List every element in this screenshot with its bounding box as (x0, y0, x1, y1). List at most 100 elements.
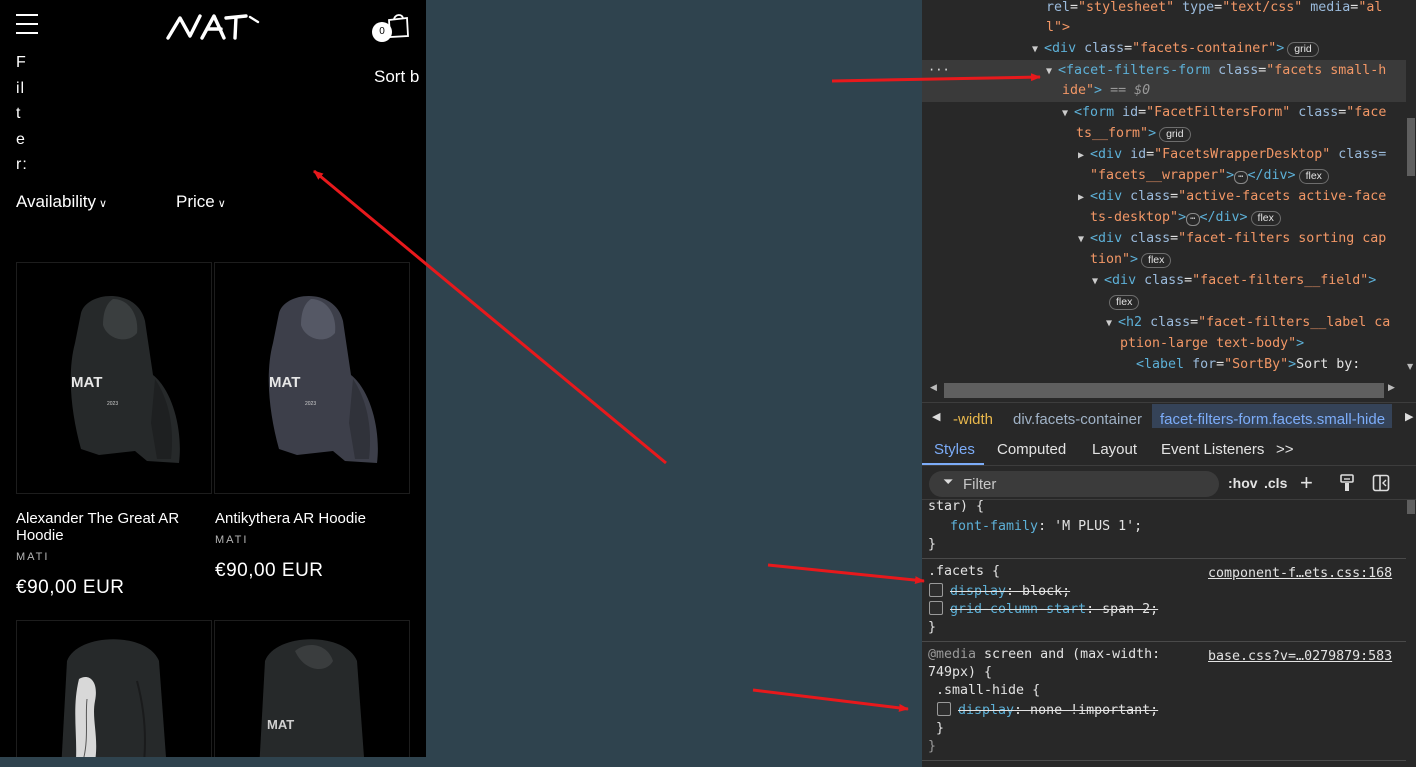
product-image[interactable]: MAT 2023 (214, 620, 410, 757)
property-checkbox[interactable] (929, 601, 943, 615)
elements-tree[interactable]: ··· rel="stylesheet" type="text/css" med… (922, 0, 1406, 380)
product-image[interactable] (16, 620, 212, 757)
product-title-line: Alexander The Great AR (16, 510, 180, 527)
price-label: Price (176, 192, 215, 211)
elements-vertical-scrollbar[interactable]: ▼ (1406, 0, 1416, 380)
filter-label: Filter: (16, 54, 28, 173)
expand-triangle-icon[interactable]: ▼ (1106, 318, 1118, 329)
cart-button[interactable]: 0 (372, 12, 412, 44)
style-declaration-disabled[interactable]: display: block; (950, 583, 1070, 601)
dom-node[interactable]: l"> (1046, 18, 1070, 39)
property-checkbox[interactable] (929, 583, 943, 597)
ellipsis-badge[interactable]: ⋯ (1186, 213, 1200, 226)
scroll-left-icon[interactable]: ◀ (930, 383, 937, 393)
style-selector[interactable]: .facets { (928, 563, 1000, 581)
styles-filter[interactable]: ⏷ (929, 471, 1219, 497)
expand-triangle-icon[interactable]: ▼ (1046, 66, 1058, 77)
collapse-triangle-icon[interactable]: ▶ (1078, 192, 1090, 203)
flex-badge[interactable]: flex (1298, 169, 1329, 184)
product-title[interactable]: Antikythera AR Hoodie (215, 510, 415, 527)
dom-node[interactable]: ption-large text-body"> (1120, 334, 1304, 355)
dom-node[interactable]: ide"> == $0 (1062, 81, 1150, 102)
svg-text:MAT: MAT (267, 717, 294, 732)
paint-brush-icon[interactable] (1338, 474, 1356, 492)
style-declaration-disabled[interactable]: display: none !important; (958, 702, 1158, 720)
dom-node[interactable]: tion"> flex (1090, 250, 1172, 271)
tab-styles[interactable]: Styles (934, 441, 975, 458)
tab-computed[interactable]: Computed (997, 441, 1066, 458)
style-declaration-disabled[interactable]: grid-column-start: span 2; (950, 601, 1158, 619)
scrollbar-thumb[interactable] (1407, 500, 1415, 514)
style-source-link[interactable]: base.css?v=…0279879:583 (1208, 648, 1392, 666)
scroll-down-icon[interactable]: ▼ (1407, 362, 1413, 371)
property-checkbox[interactable] (937, 702, 951, 716)
dom-node-facets-wrapper[interactable]: ▶ <div id="FacetsWrapperDesktop" class= (1078, 145, 1386, 167)
dom-node-h2[interactable]: ▼ <h2 class="facet-filters__label ca (1106, 313, 1390, 335)
mati-logo[interactable] (166, 12, 260, 40)
tab-layout[interactable]: Layout (1092, 441, 1137, 458)
breadcrumb-left-icon[interactable]: ◀ (932, 410, 940, 423)
price-filter-button[interactable]: Price ∨ (176, 192, 226, 212)
availability-filter-button[interactable]: Availability ∨ (16, 192, 107, 212)
hamburger-icon[interactable] (16, 14, 38, 36)
breadcrumb-item[interactable]: div.facets-container (1013, 411, 1142, 428)
style-declaration[interactable]: font-family: 'M PLUS 1'; (950, 518, 1142, 536)
scrollbar-thumb[interactable] (1407, 118, 1415, 176)
style-source-link[interactable]: component-f…ets.css:168 (1208, 565, 1392, 583)
flex-badge[interactable]: flex (1109, 295, 1140, 310)
more-tabs-icon[interactable]: >> (1276, 441, 1294, 458)
dom-node-facet-filters-field[interactable]: ▼ <div class="facet-filters__field"> (1092, 271, 1376, 293)
dom-node-facet-filters-form[interactable]: ▼ <facet-filters-form class="facets smal… (1046, 61, 1386, 83)
style-selector[interactable]: .small-hide { (936, 682, 1040, 700)
product-vendor: MATI (215, 534, 249, 546)
hover-state-toggle[interactable]: :hov (1228, 475, 1258, 491)
breadcrumb-right-icon[interactable]: ▶ (1405, 410, 1413, 423)
grid-badge[interactable]: grid (1287, 42, 1319, 57)
product-title-line: Antikythera AR Hoodie (215, 510, 366, 527)
product-image[interactable]: MAT 2023 (16, 262, 212, 494)
collapse-triangle-icon[interactable]: ▶ (1078, 150, 1090, 161)
svg-text:2023: 2023 (305, 401, 316, 407)
expand-triangle-icon[interactable]: ▼ (1092, 276, 1104, 287)
ellipsis-badge[interactable]: ⋯ (1234, 171, 1248, 184)
dom-node[interactable]: flex (1106, 292, 1140, 313)
tab-event-listeners[interactable]: Event Listeners (1161, 441, 1264, 458)
dom-node[interactable]: ts-desktop"> ⋯ </div> flex (1090, 208, 1281, 229)
scrollbar-thumb[interactable] (944, 383, 1384, 398)
grid-badge[interactable]: grid (1159, 127, 1191, 142)
product-image[interactable]: MAT 2023 (214, 262, 410, 494)
flex-badge[interactable]: flex (1250, 211, 1281, 226)
styles-scrollbar[interactable] (1406, 500, 1416, 767)
availability-label: Availability (16, 192, 97, 211)
svg-text:MAT: MAT (269, 374, 300, 391)
new-style-rule-button[interactable]: + (1300, 470, 1313, 496)
style-selector: star) { (928, 500, 985, 514)
style-rule-close: } (928, 620, 937, 635)
expand-triangle-icon[interactable]: ▼ (1062, 108, 1074, 119)
elements-horizontal-scrollbar[interactable]: ◀ ▶ (922, 380, 1406, 402)
expand-triangle-icon[interactable]: ▼ (1078, 234, 1090, 245)
dom-node[interactable]: "facets__wrapper"> ⋯ </div> flex (1090, 166, 1329, 187)
styles-filter-bar: ⏷ :hov .cls + (922, 466, 1416, 500)
flex-badge[interactable]: flex (1141, 253, 1172, 268)
expand-triangle-icon[interactable]: ▼ (1032, 44, 1044, 55)
product-price: €90,00 EUR (215, 560, 324, 581)
product-title[interactable]: Alexander The Great AR Hoodie (16, 510, 206, 544)
dom-node-form[interactable]: ▼ <form id="FacetFiltersForm" class="fac… (1062, 103, 1386, 125)
style-rule-close: } (936, 721, 945, 736)
scroll-right-icon[interactable]: ▶ (1388, 383, 1395, 393)
toggle-sidebar-icon[interactable] (1372, 474, 1390, 492)
node-actions-icon[interactable]: ··· (928, 60, 950, 81)
breadcrumb-item[interactable]: -width (953, 411, 993, 428)
dom-node[interactable]: ts__form"> grid (1076, 124, 1191, 145)
breadcrumb-item-active[interactable]: facet-filters-form.facets.small-hide (1152, 404, 1392, 428)
dom-node-active-facets[interactable]: ▶ <div class="active-facets active-face (1078, 187, 1386, 209)
dom-node-facets-container[interactable]: ▼ <div class="facets-container"> grid (1032, 39, 1319, 61)
dom-node[interactable]: rel="stylesheet" type="text/css" media="… (1046, 0, 1382, 19)
styles-rules-pane: star) { font-family: 'M PLUS 1'; } .face… (922, 500, 1406, 767)
dom-node-facet-filters-sorting[interactable]: ▼ <div class="facet-filters sorting cap (1078, 229, 1386, 251)
class-toggle[interactable]: .cls (1264, 475, 1287, 491)
dom-node-label[interactable]: <label for="SortBy">Sort by: (1136, 355, 1360, 376)
styles-filter-input[interactable] (963, 474, 1203, 494)
chevron-down-icon: ∨ (99, 198, 108, 210)
